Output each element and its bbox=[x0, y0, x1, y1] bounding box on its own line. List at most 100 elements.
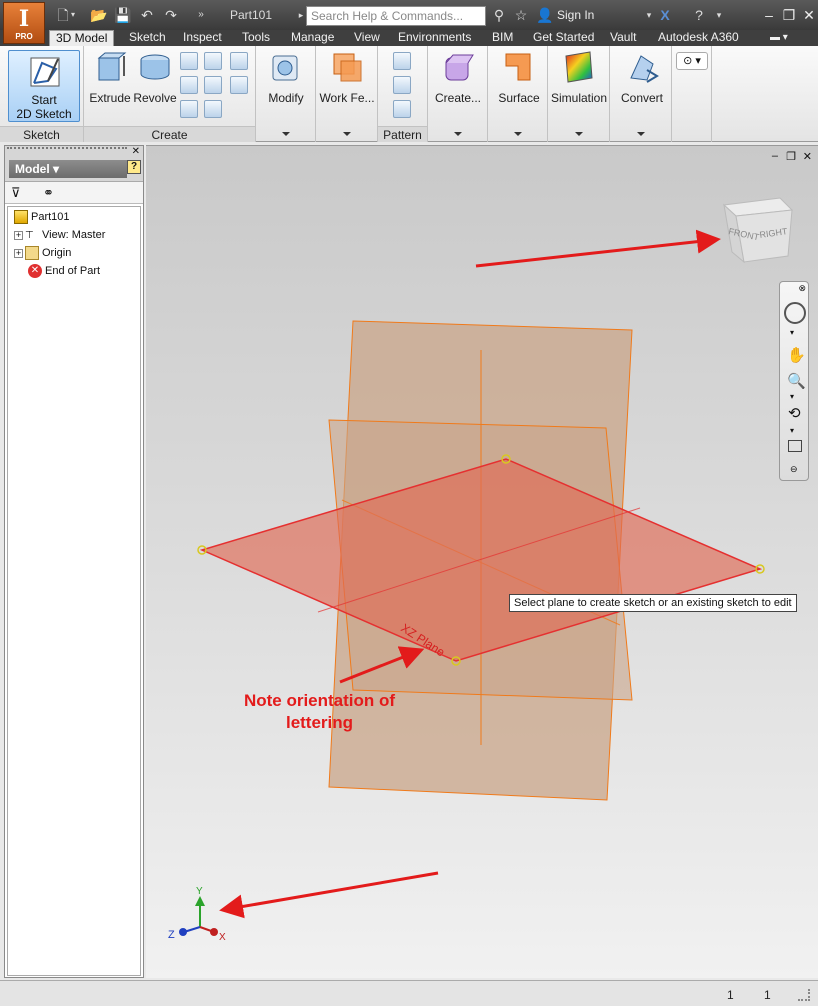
undo-icon[interactable]: ↶ bbox=[138, 6, 156, 24]
title-bar: I PRO 🗋 ▾ 📂 💾 ↶ ↷ » Part101 ▸ Search Hel… bbox=[0, 0, 818, 44]
inventor-logo-icon: I bbox=[18, 6, 30, 32]
viewport-close-icon[interactable]: ✕ bbox=[803, 150, 812, 163]
orbit-dropdown-icon[interactable]: ▾ bbox=[790, 426, 794, 435]
resize-grip-icon[interactable] bbox=[798, 989, 810, 1001]
view-face-icon[interactable] bbox=[788, 440, 802, 452]
model-dropdown[interactable]: Model ▾ bbox=[9, 160, 127, 178]
search-input[interactable]: Search Help & Commands... bbox=[306, 6, 486, 26]
tab-tools[interactable]: Tools bbox=[236, 30, 276, 46]
rib-icon[interactable] bbox=[180, 76, 198, 94]
browser-close-icon[interactable]: ✕ bbox=[132, 146, 140, 157]
communication-center-icon[interactable]: ⚲ bbox=[490, 6, 508, 24]
favorites-star-icon[interactable]: ☆ bbox=[512, 6, 530, 24]
navbar-close-icon[interactable]: ⊗ bbox=[798, 283, 806, 294]
ribbon-display-toggle-icon[interactable]: ▬ ▾ bbox=[764, 30, 794, 46]
viewport-restore-icon[interactable]: ❐ bbox=[786, 150, 796, 163]
tab-view[interactable]: View bbox=[348, 30, 386, 46]
work-features-dropdown-icon[interactable] bbox=[343, 132, 351, 136]
loft-icon[interactable] bbox=[180, 52, 198, 70]
tab-manage[interactable]: Manage bbox=[285, 30, 340, 46]
tab-inspect[interactable]: Inspect bbox=[177, 30, 228, 46]
sign-in-link[interactable]: Sign In bbox=[557, 8, 594, 22]
graphics-viewport[interactable]: – ❐ ✕ bbox=[146, 145, 818, 978]
convert-label: Convert bbox=[620, 91, 664, 105]
work-features-button[interactable]: Work Fe... bbox=[318, 50, 376, 105]
filter-icon[interactable]: ⊽ bbox=[11, 185, 21, 201]
more-commands-icon[interactable]: » bbox=[192, 6, 210, 24]
simulation-panel: Simulation bbox=[548, 46, 610, 142]
convert-button[interactable]: Convert bbox=[614, 50, 670, 105]
revolve-button[interactable]: Revolve bbox=[132, 50, 178, 105]
modify-dropdown-icon[interactable] bbox=[282, 132, 290, 136]
steering-wheel-icon[interactable] bbox=[784, 302, 806, 324]
tab-environments[interactable]: Environments bbox=[392, 30, 477, 46]
derive-icon[interactable] bbox=[204, 76, 222, 94]
tree-item-end-label: End of Part bbox=[45, 265, 101, 277]
panel-options-dropdown-icon[interactable]: ⊙ ▾ bbox=[676, 52, 708, 70]
surface-button[interactable]: Surface bbox=[494, 50, 544, 105]
zoom-icon[interactable]: 🔍 bbox=[787, 372, 806, 390]
tab-get-started[interactable]: Get Started bbox=[527, 30, 600, 46]
expand-icon[interactable]: + bbox=[14, 248, 23, 258]
tab-sketch[interactable]: Sketch bbox=[123, 30, 172, 46]
start-sketch-label-1: Start bbox=[31, 93, 57, 107]
coil-icon[interactable] bbox=[180, 100, 198, 118]
create-panel-label: Create bbox=[84, 126, 255, 142]
browser-toolbar: ⊽ ⚭ bbox=[5, 182, 143, 204]
application-menu-button[interactable]: I PRO bbox=[3, 2, 45, 44]
zoom-dropdown-icon[interactable]: ▾ bbox=[790, 392, 794, 401]
start-2d-sketch-button[interactable]: Start 2D Sketch bbox=[8, 50, 80, 122]
convert-dropdown-icon[interactable] bbox=[637, 132, 645, 136]
help-dropdown-icon[interactable]: ▾ bbox=[710, 6, 728, 24]
surface-dropdown-icon[interactable] bbox=[514, 132, 522, 136]
exchange-apps-icon[interactable]: X bbox=[656, 6, 674, 24]
close-icon[interactable]: ✕ bbox=[800, 6, 818, 24]
pattern-panel-label: Pattern bbox=[378, 126, 427, 142]
emboss-icon[interactable] bbox=[230, 52, 248, 70]
new-dropdown-icon[interactable]: ▾ bbox=[68, 6, 78, 24]
modify-button[interactable]: Modify bbox=[262, 50, 310, 105]
restore-icon[interactable]: ❐ bbox=[780, 6, 798, 24]
extrude-button[interactable]: Extrude bbox=[88, 50, 132, 105]
tree-item-end-of-part[interactable]: ✕ End of Part bbox=[28, 263, 100, 279]
tree-item-part[interactable]: Part101 bbox=[14, 209, 70, 225]
decal-icon[interactable] bbox=[204, 100, 222, 118]
status-bar: 1 1 bbox=[0, 980, 818, 1006]
surface-label: Surface bbox=[498, 91, 540, 105]
status-value-2: 1 bbox=[764, 988, 771, 1002]
simulation-button[interactable]: Simulation bbox=[550, 50, 608, 105]
find-binoculars-icon[interactable]: ⚭ bbox=[43, 185, 54, 201]
minimize-icon[interactable]: – bbox=[760, 6, 778, 24]
mirror-icon[interactable] bbox=[393, 100, 411, 118]
simulation-dropdown-icon[interactable] bbox=[575, 132, 583, 136]
save-icon[interactable]: 💾 bbox=[114, 6, 132, 24]
tree-item-origin[interactable]: + Origin bbox=[14, 245, 71, 261]
convert-panel: Convert bbox=[610, 46, 672, 142]
pan-hand-icon[interactable]: ✋ bbox=[787, 346, 806, 364]
browser-help-icon[interactable]: ? bbox=[127, 160, 141, 174]
sweep-icon[interactable] bbox=[204, 52, 222, 70]
tab-bim[interactable]: BIM bbox=[486, 30, 519, 46]
viewport-minimize-icon[interactable]: – bbox=[772, 150, 778, 162]
tab-autodesk-a360[interactable]: Autodesk A360 bbox=[652, 30, 745, 46]
rectangular-pattern-icon[interactable] bbox=[393, 52, 411, 70]
create-freeform-button[interactable]: Create... bbox=[432, 50, 484, 105]
help-icon[interactable]: ? bbox=[690, 6, 708, 24]
modify-icon bbox=[272, 55, 298, 81]
create-panel: Extrude Revolve Create bbox=[84, 46, 256, 142]
orbit-icon[interactable]: ⟲ bbox=[788, 404, 801, 422]
status-value-1: 1 bbox=[727, 988, 734, 1002]
tree-item-view[interactable]: + ⊤ View: Master bbox=[14, 227, 105, 243]
import-icon[interactable] bbox=[230, 76, 248, 94]
open-folder-icon[interactable]: 📂 bbox=[90, 6, 108, 24]
circular-pattern-icon[interactable] bbox=[393, 76, 411, 94]
steering-wheel-dropdown-icon[interactable]: ▾ bbox=[790, 328, 794, 337]
expand-icon[interactable]: + bbox=[14, 230, 23, 240]
annotation-line-2: lettering bbox=[285, 713, 354, 732]
navbar-options-icon[interactable]: ⊖ bbox=[790, 464, 798, 475]
redo-icon[interactable]: ↷ bbox=[162, 6, 180, 24]
tab-3d-model[interactable]: 3D Model bbox=[49, 30, 115, 46]
tab-vault[interactable]: Vault bbox=[604, 30, 642, 46]
browser-grip[interactable] bbox=[7, 147, 127, 153]
freeform-dropdown-icon[interactable] bbox=[454, 132, 462, 136]
